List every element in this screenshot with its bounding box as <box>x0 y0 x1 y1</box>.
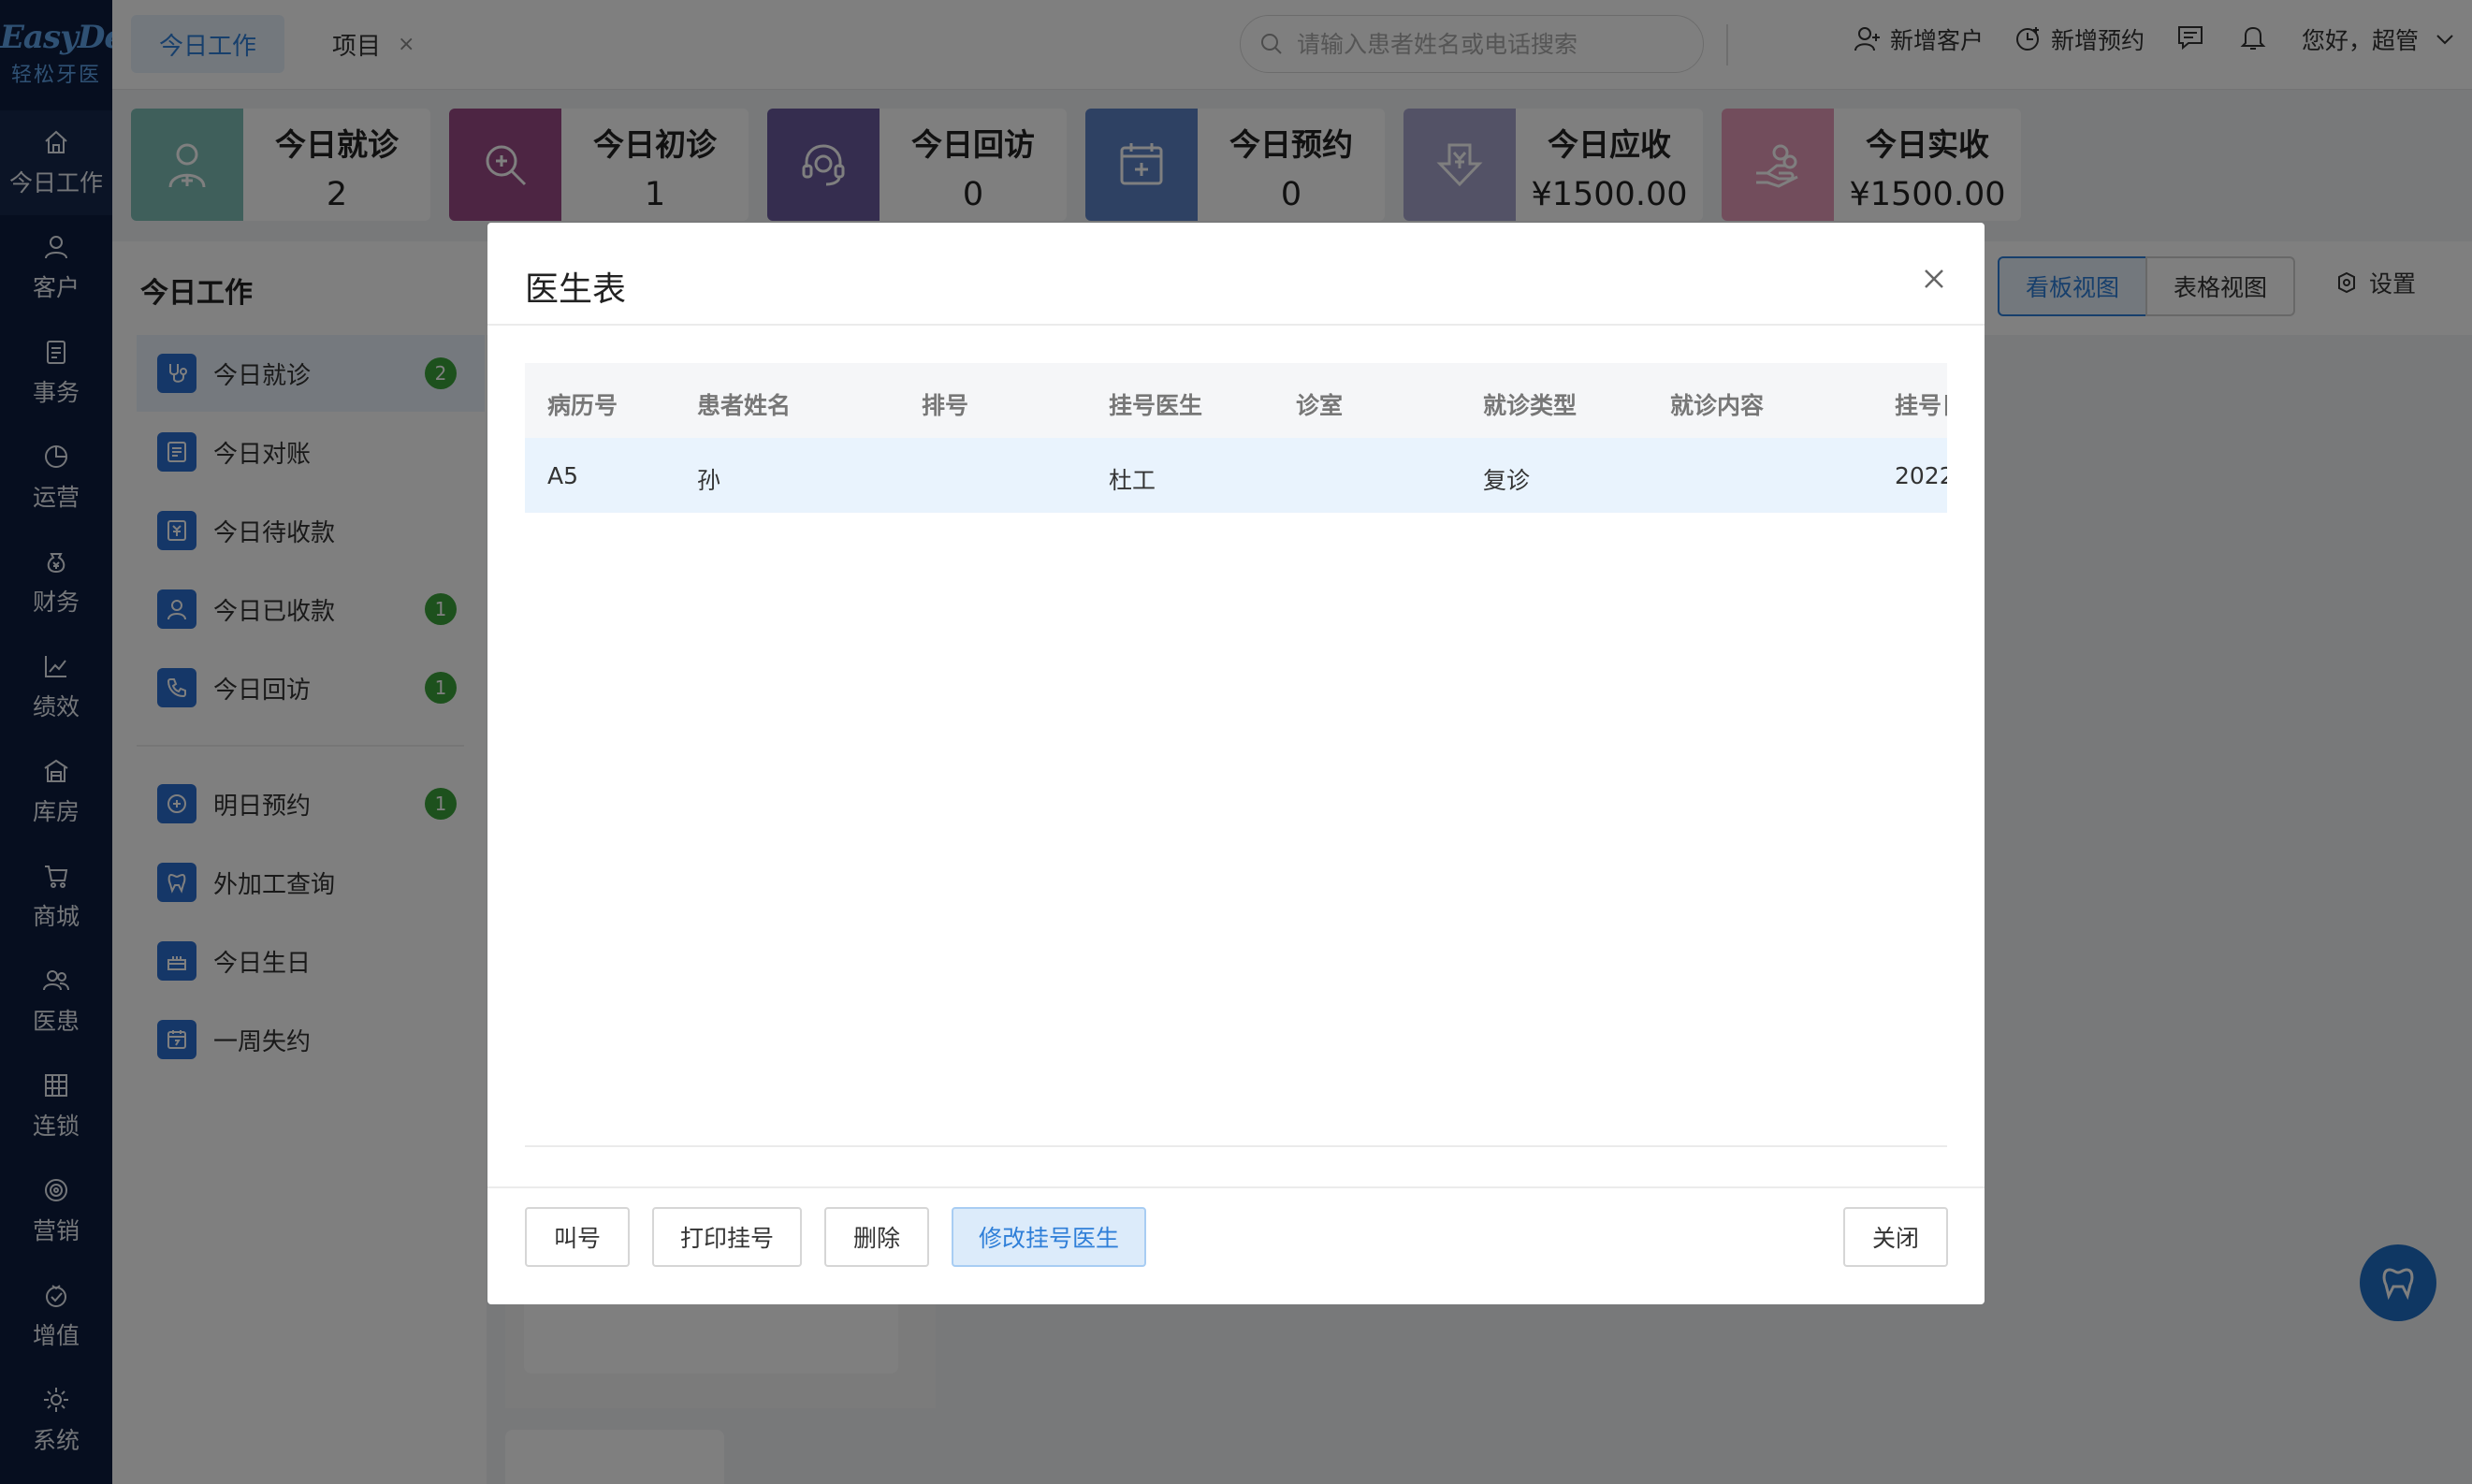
table-cell: A5 <box>547 462 579 489</box>
table-cell: 孙 <box>697 467 721 494</box>
table-cell: 杜工 <box>1109 467 1156 494</box>
column-header[interactable]: 患者姓名 <box>697 387 791 421</box>
dialog-header-divider <box>487 324 1985 326</box>
close-button[interactable]: 关闭 <box>1843 1207 1948 1267</box>
dialog-title: 医生表 <box>525 270 627 309</box>
table-cell: 复诊 <box>1483 467 1531 494</box>
delete-button[interactable]: 删除 <box>824 1207 929 1267</box>
close-icon[interactable] <box>1921 266 1947 292</box>
print-registration-button[interactable]: 打印挂号 <box>652 1207 802 1267</box>
change-doctor-button[interactable]: 修改挂号医生 <box>952 1207 1146 1267</box>
column-header[interactable]: 就诊类型 <box>1483 387 1577 421</box>
column-header[interactable]: 挂号医生 <box>1109 387 1202 421</box>
doctor-table-dialog: 医生表 病历号 患者姓名 排号 挂号医生 诊室 就诊类型 就诊内容 挂号日 A5… <box>487 223 1985 1304</box>
dialog-footer-divider <box>487 1186 1985 1188</box>
registration-table: 病历号 患者姓名 排号 挂号医生 诊室 就诊类型 就诊内容 挂号日 A5 孙 杜… <box>525 363 1947 1147</box>
column-header[interactable]: 排号 <box>922 387 968 421</box>
column-header[interactable]: 就诊内容 <box>1670 387 1764 421</box>
column-header[interactable]: 病历号 <box>547 387 618 421</box>
call-number-button[interactable]: 叫号 <box>525 1207 630 1267</box>
table-cell: 2022- <box>1895 462 1947 489</box>
column-header[interactable]: 诊室 <box>1296 387 1343 421</box>
table-row[interactable]: A5 孙 杜工 复诊 2022- <box>525 438 1947 513</box>
column-header[interactable]: 挂号日 <box>1895 387 1947 421</box>
table-header-row: 病历号 患者姓名 排号 挂号医生 诊室 就诊类型 就诊内容 挂号日 <box>525 363 1947 438</box>
